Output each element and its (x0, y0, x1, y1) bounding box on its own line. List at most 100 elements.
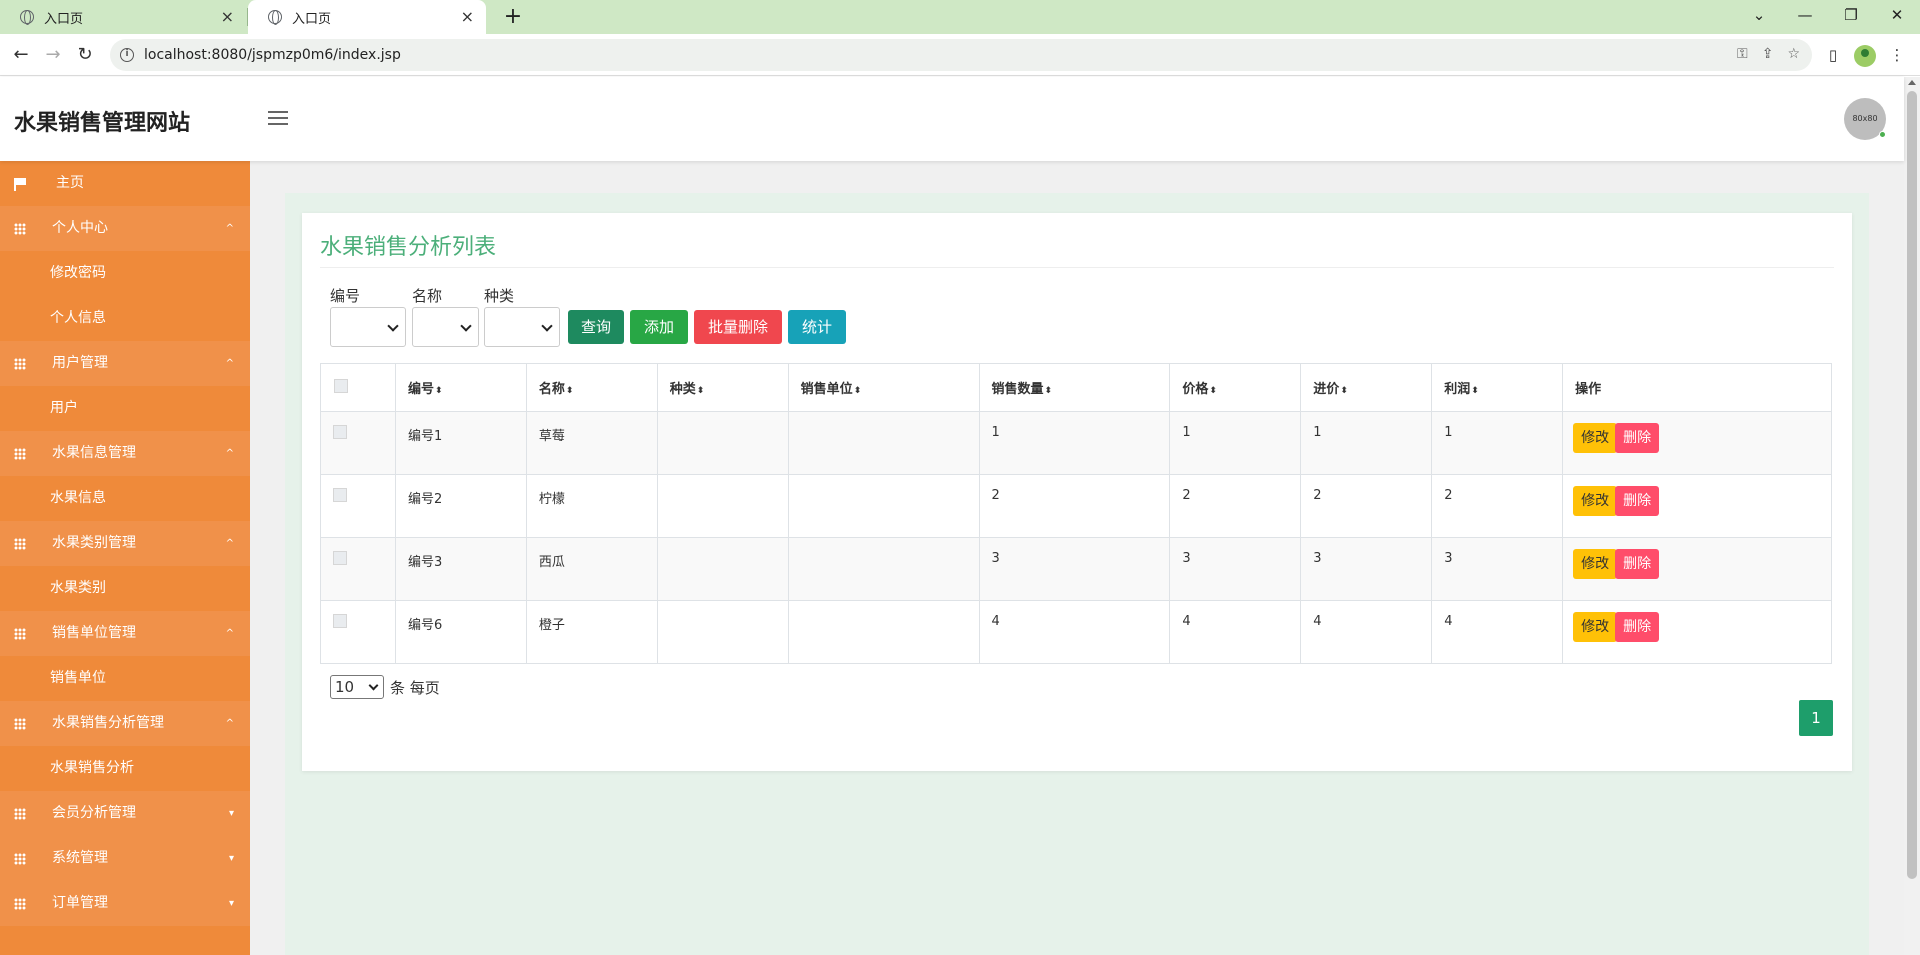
browser-tab-active[interactable]: 入口页 × (248, 0, 486, 34)
address-bar[interactable]: i localhost:8080/jspmzp0m6/index.jsp ⚿ ⇪… (110, 39, 1812, 71)
sidebar-group[interactable]: 订单管理 ▾ (0, 881, 250, 926)
chevron-up-icon: ^ (225, 358, 234, 369)
column-header-label: 价格 (1182, 382, 1209, 397)
row-checkbox[interactable] (333, 488, 347, 502)
sidebar-subitem[interactable]: 水果信息 (0, 476, 250, 521)
edit-button[interactable]: 修改 (1573, 549, 1618, 579)
browser-menu-icon[interactable]: ⋮ (1884, 42, 1910, 68)
column-header-label: 销售单位 (800, 382, 853, 397)
sidebar-subitem[interactable]: 用户 (0, 386, 250, 431)
page-scrollbar[interactable] (1904, 77, 1920, 955)
profile-avatar-icon[interactable] (1854, 45, 1876, 67)
delete-button[interactable]: 删除 (1615, 612, 1660, 642)
add-button[interactable]: 添加 (630, 310, 688, 344)
column-header-label: 名称 (538, 382, 565, 397)
chevron-up-icon: ^ (225, 223, 234, 234)
filter-name-select[interactable] (412, 307, 479, 347)
query-button[interactable]: 查询 (568, 310, 624, 344)
minimize-button[interactable]: — (1782, 0, 1828, 34)
sidebar-subitem[interactable]: 水果类别 (0, 566, 250, 611)
sidebar-item-home[interactable]: 主页 (0, 161, 250, 206)
sidebar-group[interactable]: 销售单位管理 ^ (0, 611, 250, 656)
bookmark-star-icon[interactable]: ☆ (1787, 46, 1800, 62)
delete-button[interactable]: 删除 (1615, 423, 1660, 453)
column-header[interactable]: 进价⬍ (1300, 363, 1433, 412)
close-tab-icon[interactable]: × (221, 9, 234, 25)
close-window-button[interactable]: ✕ (1874, 0, 1920, 34)
batch-delete-button[interactable]: 批量删除 (694, 310, 782, 344)
table-cell-qty: 4 (978, 600, 1171, 664)
sort-icon[interactable]: ⬍ (1340, 386, 1348, 396)
sidebar-icon-wrap (14, 521, 26, 566)
sidebar-group[interactable]: 水果销售分析管理 ^ (0, 701, 250, 746)
select-all-checkbox[interactable] (334, 378, 348, 393)
sidebar-subitem[interactable]: 个人信息 (0, 296, 250, 341)
tab-search-icon[interactable]: ⌄ (1736, 0, 1782, 34)
sidebar-group[interactable]: 水果信息管理 ^ (0, 431, 250, 476)
new-tab-button[interactable]: + (500, 4, 526, 30)
grid-icon (14, 897, 26, 910)
reload-icon[interactable]: ↻ (72, 42, 98, 68)
delete-button[interactable]: 删除 (1615, 549, 1660, 579)
filter-id-select[interactable] (330, 307, 406, 347)
edit-button[interactable]: 修改 (1573, 486, 1618, 516)
sort-icon[interactable]: ⬍ (1045, 386, 1053, 396)
menu-toggle-icon[interactable] (268, 111, 288, 129)
restore-button[interactable]: ❐ (1828, 0, 1874, 34)
url-text[interactable]: localhost:8080/jspmzp0m6/index.jsp (144, 47, 401, 63)
list-card: 水果销售分析列表 编号 名称 种类 查询 添加 批量删除 统计 编号⬍ 名称⬍ … (302, 213, 1852, 771)
row-checkbox[interactable] (333, 425, 347, 439)
table-cell-kind (656, 474, 789, 538)
sidebar-group[interactable]: 个人中心 ^ (0, 206, 250, 251)
sidebar-group[interactable]: 系统管理 ▾ (0, 836, 250, 881)
avatar[interactable]: 80x80 (1844, 98, 1886, 140)
back-icon[interactable]: ← (8, 42, 34, 68)
stats-button[interactable]: 统计 (788, 310, 846, 344)
sidebar-subitem[interactable]: 修改密码 (0, 251, 250, 296)
column-header[interactable]: 价格⬍ (1169, 363, 1302, 412)
password-key-icon[interactable]: ⚿ (1737, 46, 1748, 62)
column-header[interactable]: 销售数量⬍ (978, 363, 1171, 412)
sidebar-subitem[interactable]: 销售单位 (0, 656, 250, 701)
forward-icon[interactable]: → (40, 42, 66, 68)
table-cell-price: 4 (1169, 600, 1302, 664)
browser-tab[interactable]: 入口页 × (0, 0, 246, 34)
sort-icon[interactable]: ⬍ (1471, 386, 1479, 396)
edit-button[interactable]: 修改 (1573, 423, 1618, 453)
table-row: 编号2 柠檬 2 2 2 2 修改 删除 (320, 474, 1832, 538)
filter-kind-select[interactable] (484, 307, 560, 347)
row-checkbox[interactable] (333, 614, 347, 628)
delete-button[interactable]: 删除 (1615, 486, 1660, 516)
sort-icon[interactable]: ⬍ (566, 386, 574, 396)
table-cell-cost: 2 (1300, 474, 1433, 538)
table-cell-name: 橙子 (525, 600, 658, 664)
edit-button[interactable]: 修改 (1573, 612, 1618, 642)
sidebar-item-label: 水果信息管理 (52, 445, 136, 461)
column-header[interactable]: 利润⬍ (1431, 363, 1564, 412)
globe-icon (20, 10, 34, 25)
share-icon[interactable]: ⇪ (1762, 46, 1774, 62)
sort-icon[interactable]: ⬍ (1209, 386, 1217, 396)
column-header[interactable]: 名称⬍ (525, 363, 658, 412)
sidebar-group[interactable]: 会员分析管理 ▾ (0, 791, 250, 836)
column-header[interactable]: 编号⬍ (394, 363, 527, 412)
caret-down-icon: ▾ (228, 898, 234, 909)
column-header[interactable]: 销售单位⬍ (787, 363, 980, 412)
table-cell-unit (787, 411, 980, 475)
pagination-current-page[interactable]: 1 (1799, 700, 1833, 736)
sort-icon[interactable]: ⬍ (854, 386, 862, 396)
sidebar-group[interactable]: 水果类别管理 ^ (0, 521, 250, 566)
table-cell-cost: 1 (1300, 411, 1433, 475)
row-checkbox[interactable] (333, 551, 347, 565)
column-header[interactable]: 种类⬍ (656, 363, 789, 412)
scroll-up-icon[interactable] (1908, 80, 1916, 85)
side-panel-icon[interactable]: ▯ (1820, 42, 1846, 68)
sort-icon[interactable]: ⬍ (435, 386, 443, 396)
scrollbar-thumb[interactable] (1907, 91, 1917, 879)
sidebar-subitem[interactable]: 水果销售分析 (0, 746, 250, 791)
page-size-select[interactable]: 10 (330, 675, 384, 699)
close-tab-icon[interactable]: × (461, 9, 474, 25)
sidebar-group[interactable]: 用户管理 ^ (0, 341, 250, 386)
sort-icon[interactable]: ⬍ (697, 386, 705, 396)
site-info-icon[interactable]: i (120, 48, 134, 62)
